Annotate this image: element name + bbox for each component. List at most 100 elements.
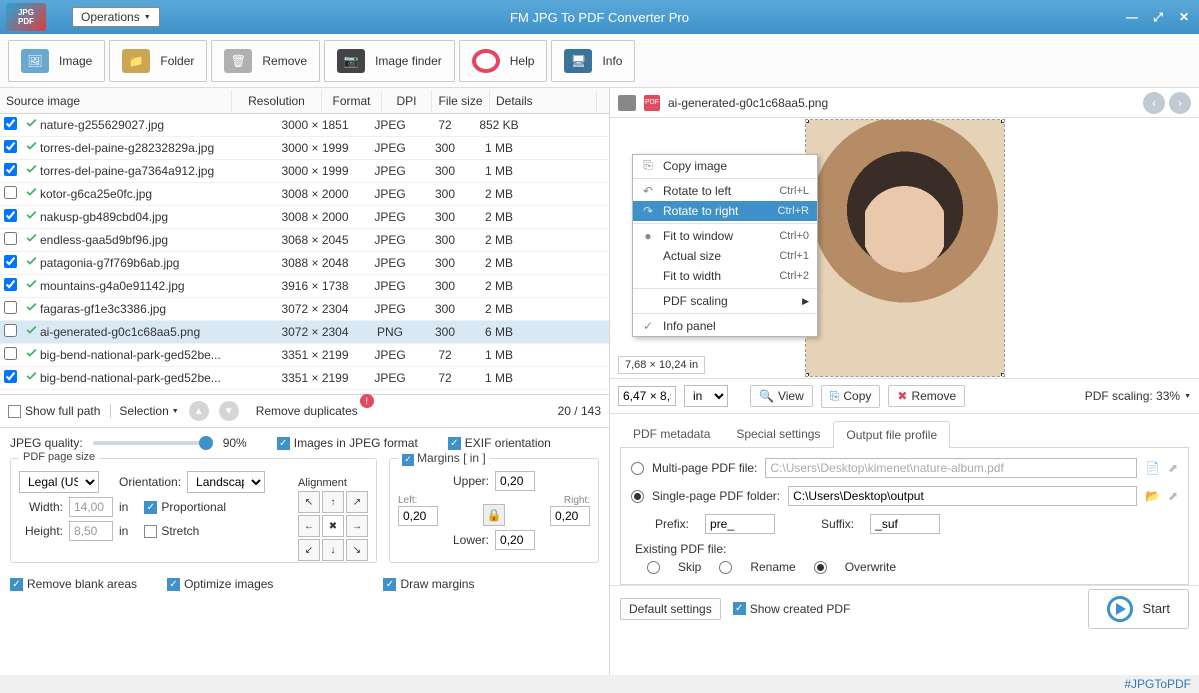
alignment-grid[interactable]: ↖↑↗ ←✖→ ↙↓↘ bbox=[298, 491, 368, 561]
pdf-scaling-dropdown[interactable]: PDF scaling: 33%▼ bbox=[1085, 389, 1191, 403]
ctx-actual-size[interactable]: Actual sizeCtrl+1 bbox=[633, 246, 817, 266]
tab-pdf-metadata[interactable]: PDF metadata bbox=[620, 420, 723, 447]
overwrite-radio[interactable] bbox=[814, 561, 827, 574]
table-row[interactable]: endless-gaa5d9bf96.jpg3068 × 2045JPEG300… bbox=[0, 229, 609, 252]
row-checkbox[interactable] bbox=[4, 301, 17, 314]
remove-blank-checkbox[interactable]: ✓Remove blank areas bbox=[10, 577, 137, 591]
col-resolution[interactable]: Resolution bbox=[232, 90, 322, 112]
row-checkbox[interactable] bbox=[4, 140, 17, 153]
left-margin-input[interactable] bbox=[398, 506, 438, 526]
browse-folder-icon[interactable]: 📂 bbox=[1145, 489, 1160, 503]
close-button[interactable]: ✕ bbox=[1175, 8, 1193, 26]
copy-button[interactable]: ⎘Copy bbox=[821, 385, 881, 408]
table-row[interactable]: ai-generated-g0c1c68aa5.png3072 × 2304PN… bbox=[0, 321, 609, 344]
add-image-button[interactable]: 🖼Image bbox=[8, 40, 105, 82]
ctx-copy-image[interactable]: ⎘Copy image bbox=[633, 155, 817, 176]
col-dpi[interactable]: DPI bbox=[382, 90, 432, 112]
col-details[interactable]: Details bbox=[490, 90, 597, 112]
row-checkbox[interactable] bbox=[4, 347, 17, 360]
right-margin-input[interactable] bbox=[550, 506, 590, 526]
table-row[interactable]: big-bend-national-park-ged52be...3351 × … bbox=[0, 344, 609, 367]
jpeg-quality-slider[interactable] bbox=[93, 441, 213, 445]
multi-path-input[interactable] bbox=[765, 458, 1137, 478]
crop-size-input[interactable] bbox=[618, 386, 676, 406]
next-button[interactable]: › bbox=[1169, 92, 1191, 114]
open-external-icon[interactable]: ⬈ bbox=[1168, 489, 1178, 503]
preview-remove-button[interactable]: ✖Remove bbox=[888, 385, 965, 407]
table-row[interactable]: torres-del-paine-g28232829a.jpg3000 × 19… bbox=[0, 137, 609, 160]
help-button[interactable]: Help bbox=[459, 40, 548, 82]
remove-button[interactable]: 🗑Remove bbox=[211, 40, 320, 82]
prev-button[interactable]: ‹ bbox=[1143, 92, 1165, 114]
col-source[interactable]: Source image bbox=[0, 90, 232, 112]
table-row[interactable]: kotor-g6ca25e0fc.jpg3008 × 2000JPEG3002 … bbox=[0, 183, 609, 206]
row-checkbox[interactable] bbox=[4, 255, 17, 268]
file-list[interactable]: nature-g255629027.jpg3000 × 1851JPEG7285… bbox=[0, 114, 609, 394]
open-external-icon[interactable]: ⬈ bbox=[1168, 461, 1178, 475]
operations-menu[interactable]: Operations ▼ bbox=[72, 7, 160, 27]
multi-page-radio[interactable] bbox=[631, 462, 644, 475]
upper-margin-input[interactable] bbox=[495, 471, 535, 491]
default-settings-button[interactable]: Default settings bbox=[620, 598, 721, 620]
maximize-button[interactable]: ⤢ bbox=[1149, 8, 1167, 26]
row-checkbox[interactable] bbox=[4, 209, 17, 222]
images-jpeg-checkbox[interactable]: ✓Images in JPEG format bbox=[277, 436, 418, 450]
preview-area[interactable]: 7,68 × 10,24 in ⎘Copy image ↶Rotate to l… bbox=[610, 118, 1199, 378]
row-checkbox[interactable] bbox=[4, 324, 17, 337]
tab-special-settings[interactable]: Special settings bbox=[723, 420, 833, 447]
table-row[interactable]: big-bend-national-park-ged52be...3351 × … bbox=[0, 367, 609, 390]
ctx-rotate-left[interactable]: ↶Rotate to leftCtrl+L bbox=[633, 181, 817, 201]
page-size-select[interactable]: Legal (US) bbox=[19, 471, 99, 493]
row-checkbox[interactable] bbox=[4, 370, 17, 383]
row-checkbox[interactable] bbox=[4, 117, 17, 130]
show-created-pdf-checkbox[interactable]: ✓Show created PDF bbox=[733, 602, 851, 616]
ctx-fit-window[interactable]: ●Fit to windowCtrl+0 bbox=[633, 226, 817, 246]
width-input[interactable] bbox=[69, 497, 113, 517]
table-row[interactable]: nakusp-gb489cbd04.jpg3008 × 2000JPEG3002… bbox=[0, 206, 609, 229]
ctx-fit-width[interactable]: Fit to widthCtrl+2 bbox=[633, 266, 817, 286]
prefix-input[interactable] bbox=[705, 514, 775, 534]
selection-menu[interactable]: Selection▼ bbox=[110, 404, 178, 418]
orientation-select[interactable]: Landscape bbox=[187, 471, 265, 493]
row-checkbox[interactable] bbox=[4, 186, 17, 199]
ctx-pdf-scaling[interactable]: PDF scaling▶ bbox=[633, 291, 817, 311]
move-down-button[interactable]: ▼ bbox=[219, 401, 239, 421]
stretch-checkbox[interactable]: Stretch bbox=[144, 524, 199, 538]
ctx-rotate-right[interactable]: ↷Rotate to rightCtrl+R ↖ bbox=[633, 201, 817, 221]
skip-radio[interactable] bbox=[647, 561, 660, 574]
lock-icon[interactable]: 🔒 bbox=[483, 504, 505, 526]
tab-output-profile[interactable]: Output file profile bbox=[833, 421, 950, 448]
table-row[interactable]: torres-del-paine-ga7364a912.jpg3000 × 19… bbox=[0, 160, 609, 183]
row-checkbox[interactable] bbox=[4, 163, 17, 176]
proportional-checkbox[interactable]: ✓Proportional bbox=[144, 500, 226, 514]
image-finder-button[interactable]: 📷Image finder bbox=[324, 40, 455, 82]
remove-duplicates-button[interactable]: Remove duplicates bbox=[249, 401, 365, 421]
optimize-images-checkbox[interactable]: ✓Optimize images bbox=[167, 577, 273, 591]
table-row[interactable]: nature-g255629027.jpg3000 × 1851JPEG7285… bbox=[0, 114, 609, 137]
ctx-info-panel[interactable]: ✓Info panel bbox=[633, 316, 817, 336]
unit-select[interactable]: in bbox=[684, 385, 728, 407]
start-button[interactable]: Start bbox=[1088, 589, 1189, 629]
col-format[interactable]: Format bbox=[322, 90, 382, 112]
height-input[interactable] bbox=[69, 521, 113, 541]
table-row[interactable]: fagaras-gf1e3c3386.jpg3072 × 2304JPEG300… bbox=[0, 298, 609, 321]
info-button[interactable]: 🖥Info bbox=[551, 40, 635, 82]
suffix-input[interactable] bbox=[870, 514, 940, 534]
show-full-path-checkbox[interactable]: Show full path bbox=[8, 404, 100, 418]
hashtag-link[interactable]: #JPGToPDF bbox=[1124, 677, 1191, 691]
col-filesize[interactable]: File size bbox=[432, 90, 490, 112]
minimize-button[interactable]: — bbox=[1123, 8, 1141, 26]
view-button[interactable]: 🔍View bbox=[750, 385, 813, 407]
move-up-button[interactable]: ▲ bbox=[189, 401, 209, 421]
row-checkbox[interactable] bbox=[4, 278, 17, 291]
row-checkbox[interactable] bbox=[4, 232, 17, 245]
single-path-input[interactable] bbox=[788, 486, 1137, 506]
table-row[interactable]: mountains-g4a0e91142.jpg3916 × 1738JPEG3… bbox=[0, 275, 609, 298]
exif-checkbox[interactable]: ✓EXIF orientation bbox=[448, 436, 551, 450]
single-page-radio[interactable] bbox=[631, 490, 644, 503]
draw-margins-checkbox[interactable]: ✓Draw margins bbox=[383, 577, 474, 591]
lower-margin-input[interactable] bbox=[495, 530, 535, 550]
preview-canvas[interactable] bbox=[805, 119, 1005, 377]
table-row[interactable]: patagonia-g7f769b6ab.jpg3088 × 2048JPEG3… bbox=[0, 252, 609, 275]
add-folder-button[interactable]: 📁Folder bbox=[109, 40, 207, 82]
